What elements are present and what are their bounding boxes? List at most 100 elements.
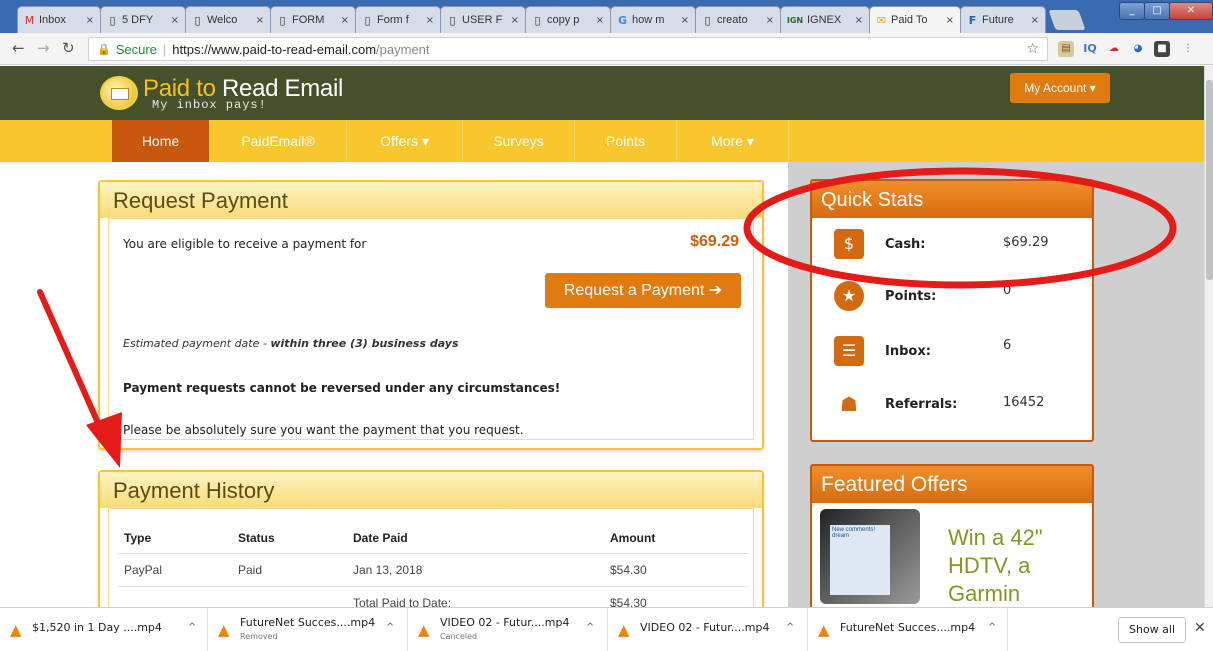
tab-label: FORM xyxy=(292,14,325,26)
minimize-button[interactable]: _ xyxy=(1119,2,1145,20)
chevron-up-icon[interactable]: ^ xyxy=(786,622,794,633)
maximize-button[interactable]: □ xyxy=(1144,2,1170,20)
cell-total-label: Total Paid to Date: xyxy=(353,586,610,607)
tab-close-icon[interactable]: × xyxy=(86,15,94,26)
page-icon: ▯ xyxy=(194,13,201,27)
request-payment-panel: Request Payment You are eligible to rece… xyxy=(98,180,764,450)
browser-tab-paid-to[interactable]: ✉ Paid To × xyxy=(869,6,961,33)
download-item[interactable]: ▲ $1,520 in 1 Day ....mp4 ^ xyxy=(0,608,208,651)
reversal-warning: Payment requests cannot be reversed unde… xyxy=(123,381,561,395)
tab-close-icon[interactable]: × xyxy=(681,15,689,26)
request-payment-button[interactable]: Request a Payment ➔ xyxy=(545,273,741,308)
browser-tab-form-f[interactable]: ▯ Form f × xyxy=(355,6,441,33)
browser-tab-google[interactable]: Ghow m × xyxy=(610,6,696,33)
close-downloads-icon[interactable]: ✕ xyxy=(1194,620,1206,636)
table-header-row: Type Status Date Paid Amount xyxy=(118,523,748,554)
browser-tab-future[interactable]: F Future × xyxy=(960,6,1046,33)
browser-tab-inbox[interactable]: M Inbox × xyxy=(17,6,101,33)
nav-surveys[interactable]: Surveys xyxy=(463,120,575,162)
url-path: /payment xyxy=(376,41,430,57)
chevron-up-icon[interactable]: ^ xyxy=(188,622,196,633)
logo-envelope-icon[interactable] xyxy=(100,76,138,110)
download-item[interactable]: ▲ FutureNet Succes....mp4 Removed ^ xyxy=(208,608,408,651)
envelope-icon: ✉ xyxy=(876,13,887,27)
tab-close-icon[interactable]: × xyxy=(946,15,954,26)
scroll-thumb[interactable] xyxy=(1206,80,1213,280)
extension-cloud-icon[interactable]: ☁ xyxy=(1106,41,1122,57)
secure-label: Secure xyxy=(115,41,157,57)
column-amount: Amount xyxy=(610,523,748,554)
chevron-up-icon[interactable]: ^ xyxy=(586,622,594,633)
nav-points[interactable]: Points xyxy=(575,120,677,162)
browser-tab-ignex[interactable]: IGN IGNEX × xyxy=(780,6,870,33)
nav-paidemail[interactable]: PaidEmail® xyxy=(210,120,347,162)
reload-icon[interactable]: ↻ xyxy=(62,39,75,57)
tab-close-icon[interactable]: × xyxy=(1031,15,1039,26)
stat-row-inbox: ☰ Inbox: 6 xyxy=(830,332,1090,372)
extension-folder-icon[interactable]: ▤ xyxy=(1058,41,1074,57)
page-icon: ▯ xyxy=(109,13,116,27)
my-account-button[interactable]: My Account ▾ xyxy=(1010,73,1110,103)
download-status: Removed xyxy=(240,632,278,641)
tab-close-icon[interactable]: × xyxy=(341,15,349,26)
cell-type: PayPal xyxy=(118,553,238,587)
site-tagline: My inbox pays! xyxy=(152,98,267,112)
download-item[interactable]: ▲ VIDEO 02 - Futur....mp4 Canceled ^ xyxy=(408,608,608,651)
tab-close-icon[interactable]: × xyxy=(596,15,604,26)
browser-tab-user-f[interactable]: ▯ USER F × xyxy=(440,6,526,33)
tab-close-icon[interactable]: × xyxy=(511,15,519,26)
browser-tab-form[interactable]: ▯ FORM × xyxy=(270,6,356,33)
payment-history-panel: Payment History Type Status Date Paid Am… xyxy=(98,470,764,607)
download-name: FutureNet Succes....mp4 xyxy=(240,616,376,629)
iq-extension-icon[interactable]: IQ xyxy=(1082,41,1098,57)
show-all-downloads-button[interactable]: Show all xyxy=(1118,617,1186,643)
extension-swirl-icon[interactable]: ◕ xyxy=(1130,41,1146,57)
browser-tab-welcome[interactable]: ▯ Welco × xyxy=(185,6,271,33)
page-content: Request Payment You are eligible to rece… xyxy=(0,162,1204,607)
back-icon[interactable]: ← xyxy=(12,39,25,57)
estimate-bold: within three (3) business days xyxy=(270,337,459,350)
tab-close-icon[interactable]: × xyxy=(766,15,774,26)
forward-icon[interactable]: → xyxy=(37,39,50,57)
browser-tab-creator[interactable]: ▯ creato × xyxy=(695,6,781,33)
page-icon: ▯ xyxy=(534,13,541,27)
stat-label-cash: Cash: xyxy=(885,237,926,252)
cell-status: Paid xyxy=(238,553,353,587)
new-tab-button[interactable] xyxy=(1048,10,1086,30)
nav-home[interactable]: Home xyxy=(112,120,210,162)
tab-close-icon[interactable]: × xyxy=(855,15,863,26)
nav-offers[interactable]: Offers ▾ xyxy=(347,120,463,162)
stat-value-referrals: 16452 xyxy=(1003,395,1045,410)
tab-close-icon[interactable]: × xyxy=(171,15,179,26)
nav-more[interactable]: More ▾ xyxy=(677,120,789,162)
referrals-icon: ☗ xyxy=(840,392,858,416)
tab-close-icon[interactable]: × xyxy=(426,15,434,26)
stat-label-points: Points: xyxy=(885,289,937,304)
extension-square-icon[interactable]: ■ xyxy=(1154,41,1170,57)
chevron-up-icon[interactable]: ^ xyxy=(386,622,394,633)
cash-icon: $ xyxy=(834,229,864,259)
download-item[interactable]: ▲ VIDEO 02 - Futur....mp4 ^ xyxy=(608,608,808,651)
tab-label: 5 DFY xyxy=(122,14,154,26)
download-item[interactable]: ▲ FutureNet Succes....mp4 ^ xyxy=(808,608,1008,651)
featured-offer-text[interactable]: Win a 42" HDTV, a Garmin xyxy=(948,524,1088,607)
cell-total-amount: $54.30 xyxy=(610,586,748,607)
close-window-button[interactable]: ✕ xyxy=(1169,2,1213,20)
browser-tab-5dfy[interactable]: ▯ 5 DFY × xyxy=(100,6,186,33)
column-date-paid: Date Paid xyxy=(353,523,610,554)
tab-label: Welco xyxy=(207,14,238,26)
tab-close-icon[interactable]: × xyxy=(256,15,264,26)
chevron-up-icon[interactable]: ^ xyxy=(988,622,996,633)
address-bar[interactable]: 🔒 Secure | https://www.paid-to-read-emai… xyxy=(88,37,1048,61)
download-name: $1,520 in 1 Day ....mp4 xyxy=(32,621,162,634)
bookmark-star-icon[interactable]: ☆ xyxy=(1026,41,1039,57)
eligible-text: You are eligible to receive a payment fo… xyxy=(123,237,367,251)
chrome-menu-icon[interactable]: ⋮ xyxy=(1180,41,1196,57)
featured-phone-image[interactable]: New comments! dream xyxy=(820,509,920,604)
download-status: Canceled xyxy=(440,632,478,641)
browser-tab-copy[interactable]: ▯ copy p × xyxy=(525,6,611,33)
lock-icon: 🔒 xyxy=(97,42,111,56)
site-nav: Home PaidEmail® Offers ▾ Surveys Points … xyxy=(0,120,1204,162)
request-payment-body: You are eligible to receive a payment fo… xyxy=(108,218,754,440)
page-scrollbar[interactable] xyxy=(1204,66,1213,607)
